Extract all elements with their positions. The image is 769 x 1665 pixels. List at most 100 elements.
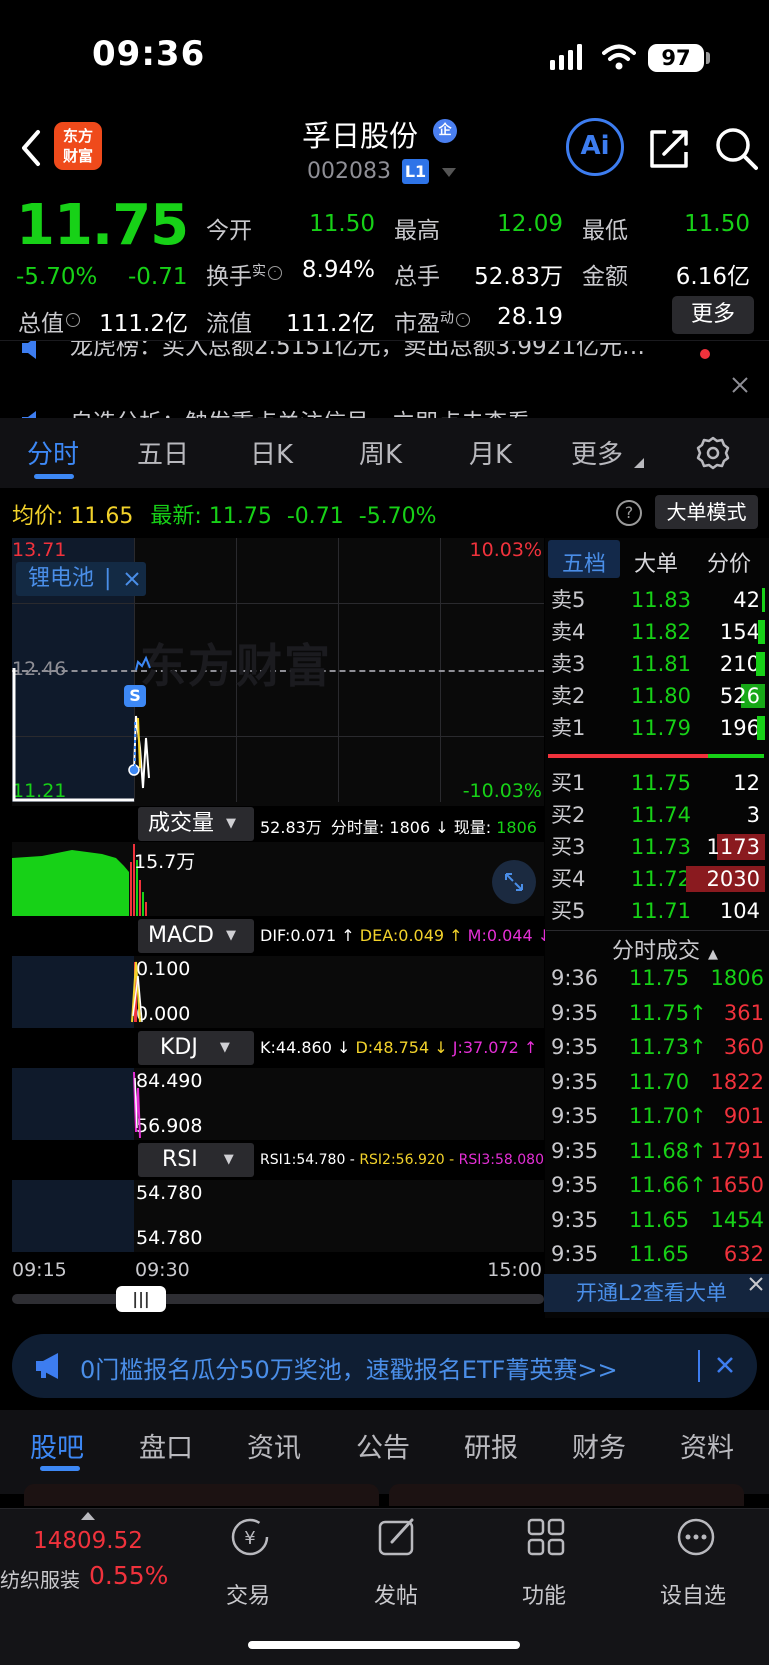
chart-scroll-handle[interactable]: ||| [116,1286,166,1312]
nav-trade[interactable]: 交易 [226,1578,270,1610]
expand-icon[interactable] [492,860,536,904]
post-card[interactable] [389,1484,744,1506]
sell-marker-icon[interactable]: S [124,685,146,707]
ask-volume-bar [757,716,765,740]
tab-intraday[interactable]: 分时 [27,434,79,471]
ask-row[interactable]: 卖4 11.82 154 [546,616,769,648]
info-icon[interactable]: · [456,313,470,328]
nav-post[interactable]: 发帖 [374,1578,418,1610]
tab-five-level[interactable]: 五档 [548,546,620,578]
post-card[interactable] [24,1484,379,1506]
tab-handicap[interactable]: 盘口 [139,1426,193,1465]
app-logo[interactable]: 东方 财富 [54,122,102,170]
bid-label: 买2 [551,803,586,827]
rsi-scale-bottom: 54.780 [136,1227,203,1249]
kdj-indicator-select[interactable]: KDJ ▼ [138,1031,254,1065]
sector-index-value[interactable]: 14809.52 [20,1528,156,1554]
bid-row[interactable]: 买2 11.74 3 [546,799,769,831]
trade-icon[interactable]: ¥ [228,1516,272,1558]
macd-dif: DIF:0.071 ↑ [260,926,355,945]
tab-profile[interactable]: 资料 [680,1426,734,1465]
grid-icon[interactable] [525,1516,569,1558]
volume-stats: 52.83万 分时量: 1806 ↓ 现量: 1806 [260,818,537,837]
tab-price-split[interactable]: 分价 [692,546,766,578]
turnover-label: 换手实 · [206,257,282,291]
more-circle-icon[interactable] [674,1516,718,1558]
pe-value: 28.19 [497,304,563,330]
svg-text:¥: ¥ [244,1528,255,1549]
nav-add-watchlist[interactable]: 设自选 [660,1578,726,1610]
close-icon[interactable] [748,1276,764,1292]
news-line-2[interactable]: 自选分析：触发重点关注信号，立即点击查看 [70,403,530,418]
tab-monthly-k[interactable]: 月K [469,434,512,471]
bid-row[interactable]: 买4 11.72 2030 [546,863,769,895]
trade-time: 9:35 [551,1173,599,1197]
ask-price: 11.81 [630,652,691,676]
ask-row[interactable]: 卖1 11.79 196 [546,712,769,744]
tab-news[interactable]: 资讯 [247,1426,301,1465]
tab-more[interactable]: 更多 [571,434,623,471]
time-axis-end: 15:00 [487,1259,542,1281]
trade-volume: 632 [723,1242,764,1266]
bid-row[interactable]: 买5 11.71 104 [546,895,769,927]
kdj-lines [133,1071,141,1139]
ask-row[interactable]: 卖5 11.83 42 [546,584,769,616]
rsi-indicator-select[interactable]: RSI ▼ [138,1143,254,1177]
macd-m: M:0.044 ↓ [467,926,552,945]
trade-price: 11.65 [629,1242,690,1266]
tab-financials[interactable]: 财务 [572,1426,626,1465]
back-icon[interactable] [18,128,44,168]
dropdown-caret-icon[interactable] [442,168,456,178]
tab-underline [40,1466,80,1471]
ai-assistant-button[interactable]: Ai [566,118,624,176]
level-badge[interactable]: L1 [402,159,429,184]
bid-row[interactable]: 买1 11.75 12 [546,767,769,799]
macd-indicator-select[interactable]: MACD ▼ [138,919,254,953]
unread-dot [700,349,710,359]
open-label: 今开 [206,218,252,244]
tab-weekly-k[interactable]: 周K [359,434,402,471]
price-line [12,655,151,802]
close-icon[interactable] [732,377,748,393]
change-amount: -0.71 [128,264,188,290]
info-icon[interactable]: · [66,313,80,328]
ask-price: 11.80 [630,684,691,708]
l2-upgrade-banner[interactable]: 开通L2查看大单 [544,1274,769,1312]
low-value: 11.50 [684,211,750,237]
gear-icon[interactable] [696,436,730,470]
ask-row[interactable]: 卖3 11.81 210 [546,648,769,680]
low-label: 最低 [582,218,628,244]
nav-functions[interactable]: 功能 [522,1578,566,1610]
compose-icon[interactable] [376,1516,420,1558]
news-line-1[interactable]: 龙虎榜：买入总额2.5151亿元，卖出总额3.9921亿元… [70,341,645,361]
bid-price: 11.73 [630,835,691,859]
close-icon[interactable] [716,1356,734,1374]
total-cap-value: 111.2亿 [99,311,188,337]
promo-text[interactable]: 0门槛报名瓜分50万奖池，速戳报名ETF菁英赛>> [80,1350,618,1385]
pe-label-text: 市盈 [394,311,440,337]
info-icon[interactable]: · [268,266,282,281]
tab-forum[interactable]: 股吧 [30,1426,84,1465]
ask-row[interactable]: 卖2 11.80 526 [546,680,769,712]
sector-change[interactable]: 0.55% [89,1561,168,1590]
tab-big-orders[interactable]: 大单 [620,546,692,578]
help-icon[interactable]: ? [616,500,642,526]
big-order-mode-button[interactable]: 大单模式 [655,495,758,529]
macd-dea: DEA:0.049 ↑ [359,926,463,945]
tab-announcements[interactable]: 公告 [356,1426,410,1465]
bid-label: 买3 [551,835,586,859]
tab-daily-k[interactable]: 日K [250,434,293,471]
news-ticker[interactable]: 龙虎榜：买入总额2.5151亿元，卖出总额3.9921亿元… 自选分析：触发重点… [0,340,769,418]
tab-research[interactable]: 研报 [464,1426,518,1465]
trades-title[interactable]: 分时成交 ▲ [612,933,718,965]
volume-indicator-select[interactable]: 成交量 ▼ [138,807,254,841]
float-cap-label: 流值 [206,311,252,337]
more-button[interactable]: 更多 [672,296,754,334]
sector-name[interactable]: 纺织服装 [0,1564,80,1593]
tab-five-day[interactable]: 五日 [137,434,189,471]
kdj-indicator-label: KDJ [160,1035,198,1060]
chart-scroll-track[interactable] [12,1294,544,1304]
share-icon[interactable] [648,126,692,170]
bid-row[interactable]: 买3 11.73 1173 [546,831,769,863]
search-icon[interactable] [714,126,758,172]
